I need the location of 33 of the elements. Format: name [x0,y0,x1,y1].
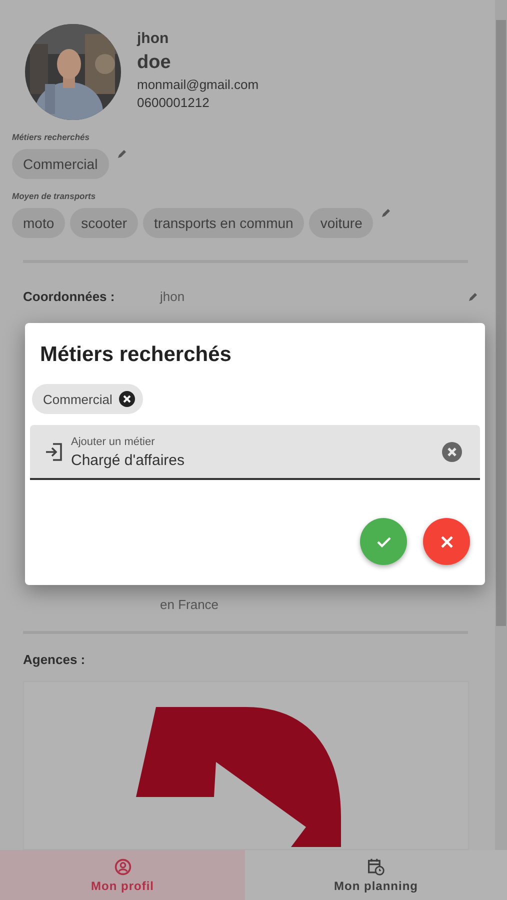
input-field[interactable]: Ajouter un métier Chargé d'affaires [30,425,480,480]
section-label: Métiers recherchés [12,132,90,142]
edit-icon[interactable] [116,149,127,159]
coordinate-value: en France [160,597,219,612]
close-icon[interactable] [119,391,136,407]
scrollbar[interactable] [495,0,507,850]
transport-chip: scooter [70,208,138,238]
transport-chip: transports en commun [143,208,304,238]
field-label: Ajouter un métier [71,436,155,448]
email: monmail@gmail.com [137,76,259,94]
login-icon [44,442,64,462]
confirm-button[interactable] [360,518,407,565]
edit-icon[interactable] [381,208,392,218]
section-label: Coordonnées : [23,289,116,304]
nav-tab[interactable]: Mon profil [0,850,245,900]
chip-label: Commercial [43,392,112,406]
coordinate-value: jhon [160,289,186,304]
first-name: jhon [137,30,169,48]
section-label: Moyen de transports [12,191,96,201]
field-value: Chargé d'affaires [71,452,184,469]
last-name: doe [137,51,171,75]
job-chip: Commercial [12,149,109,179]
user-icon [114,858,132,876]
clear-icon[interactable] [442,442,462,462]
calendar-clock-icon [367,858,385,876]
cancel-button[interactable] [423,518,470,565]
phone: 0600001212 [137,94,210,112]
edit-icon[interactable] [468,292,478,302]
scroll-thumb[interactable] [496,20,506,626]
transport-chip: moto [12,208,66,238]
dialog-title: Métiers recherchés [40,343,232,367]
transport-chip: voiture [309,208,374,238]
section-label: Agences : [23,652,86,667]
